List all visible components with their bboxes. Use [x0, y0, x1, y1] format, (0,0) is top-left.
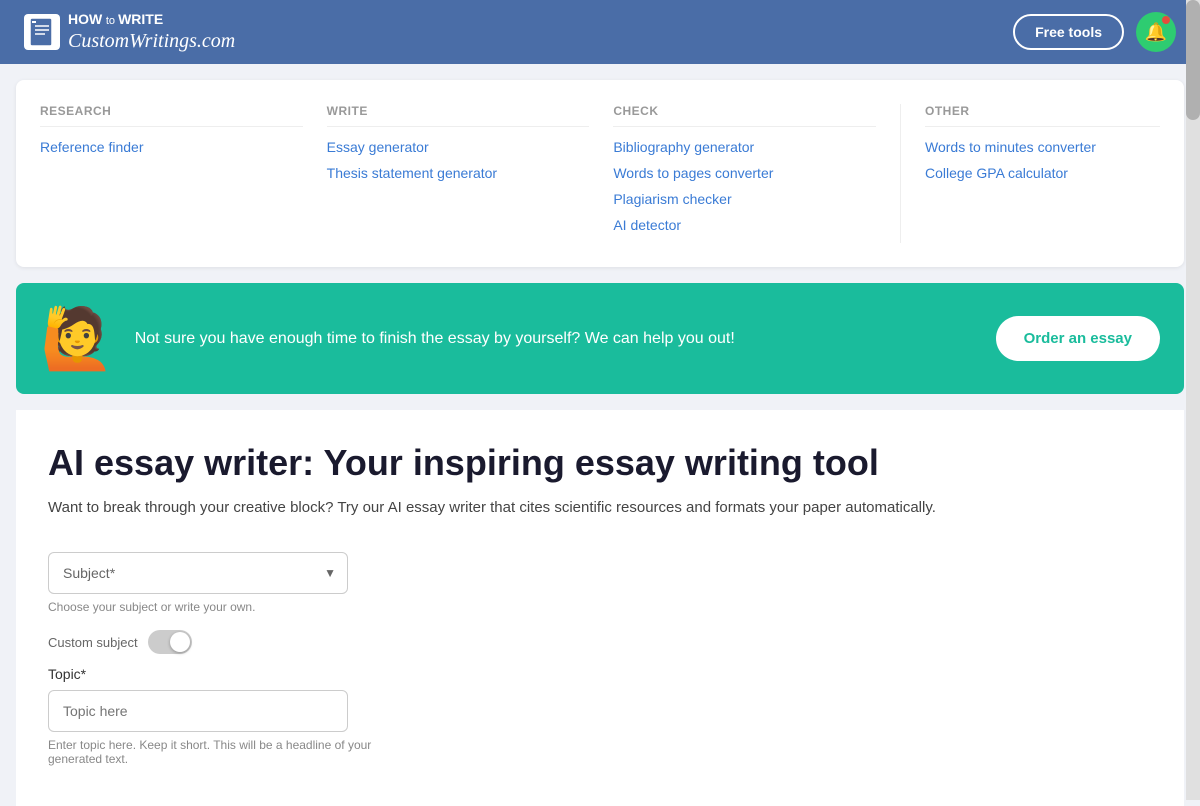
- promo-banner: 🙋 Not sure you have enough time to finis…: [16, 283, 1184, 394]
- scrollbar-thumb[interactable]: [1186, 0, 1200, 120]
- topic-group: Topic* Enter topic here. Keep it short. …: [48, 666, 388, 766]
- mascot-icon: 🙋: [40, 303, 115, 374]
- page-body: AI essay writer: Your inspiring essay wr…: [16, 410, 1184, 806]
- custom-subject-label: Custom subject: [48, 635, 138, 650]
- bell-icon: 🔔: [1145, 22, 1167, 43]
- link-words-to-minutes[interactable]: Words to minutes converter: [925, 139, 1160, 155]
- write-title: WRITE: [327, 104, 590, 127]
- header: HOW to WRITE CustomWritings.com Free too…: [0, 0, 1200, 64]
- link-reference-finder[interactable]: Reference finder: [40, 139, 303, 155]
- logo-howtowrite: HOW to WRITE: [68, 11, 235, 28]
- subject-group: Subject* English History Science Math Li…: [48, 552, 388, 614]
- link-bibliography[interactable]: Bibliography generator: [613, 139, 876, 155]
- link-ai-detector[interactable]: AI detector: [613, 217, 876, 233]
- free-tools-button[interactable]: Free tools: [1013, 14, 1124, 50]
- subject-select[interactable]: Subject* English History Science Math Li…: [48, 552, 348, 594]
- menu-section-write: WRITE Essay generator Thesis statement g…: [327, 104, 614, 243]
- topic-hint: Enter topic here. Keep it short. This wi…: [48, 738, 388, 766]
- menu-section-research: RESEARCH Reference finder: [40, 104, 327, 243]
- link-essay-generator[interactable]: Essay generator: [327, 139, 590, 155]
- menu-section-check: CHECK Bibliography generator Words to pa…: [613, 104, 900, 243]
- link-thesis-statement[interactable]: Thesis statement generator: [327, 165, 590, 181]
- topic-label: Topic*: [48, 666, 388, 682]
- check-title: CHECK: [613, 104, 876, 127]
- menu-section-other: OTHER Words to minutes converter College…: [900, 104, 1160, 243]
- link-words-to-pages[interactable]: Words to pages converter: [613, 165, 876, 181]
- toggle-knob: [170, 632, 190, 652]
- page-title: AI essay writer: Your inspiring essay wr…: [48, 442, 1152, 484]
- header-right: Free tools 🔔: [1013, 12, 1176, 52]
- order-essay-button[interactable]: Order an essay: [996, 316, 1160, 361]
- research-title: RESEARCH: [40, 104, 303, 127]
- topic-input[interactable]: [48, 690, 348, 732]
- scrollbar-track[interactable]: [1186, 0, 1200, 800]
- logo: HOW to WRITE CustomWritings.com: [24, 11, 235, 52]
- menu-panel: RESEARCH Reference finder WRITE Essay ge…: [16, 80, 1184, 267]
- logo-brand: CustomWritings.com: [68, 29, 235, 53]
- other-title: OTHER: [925, 104, 1160, 127]
- subject-select-wrapper: Subject* English History Science Math Li…: [48, 552, 348, 594]
- essay-form: Subject* English History Science Math Li…: [48, 552, 388, 766]
- logo-icon: [24, 14, 60, 50]
- notification-button[interactable]: 🔔: [1136, 12, 1176, 52]
- link-college-gpa[interactable]: College GPA calculator: [925, 165, 1160, 181]
- link-plagiarism[interactable]: Plagiarism checker: [613, 191, 876, 207]
- page-subtitle: Want to break through your creative bloc…: [48, 496, 1152, 520]
- custom-subject-row: Custom subject: [48, 630, 388, 654]
- subject-hint: Choose your subject or write your own.: [48, 600, 388, 614]
- custom-subject-toggle[interactable]: [148, 630, 192, 654]
- banner-text: Not sure you have enough time to finish …: [135, 327, 976, 351]
